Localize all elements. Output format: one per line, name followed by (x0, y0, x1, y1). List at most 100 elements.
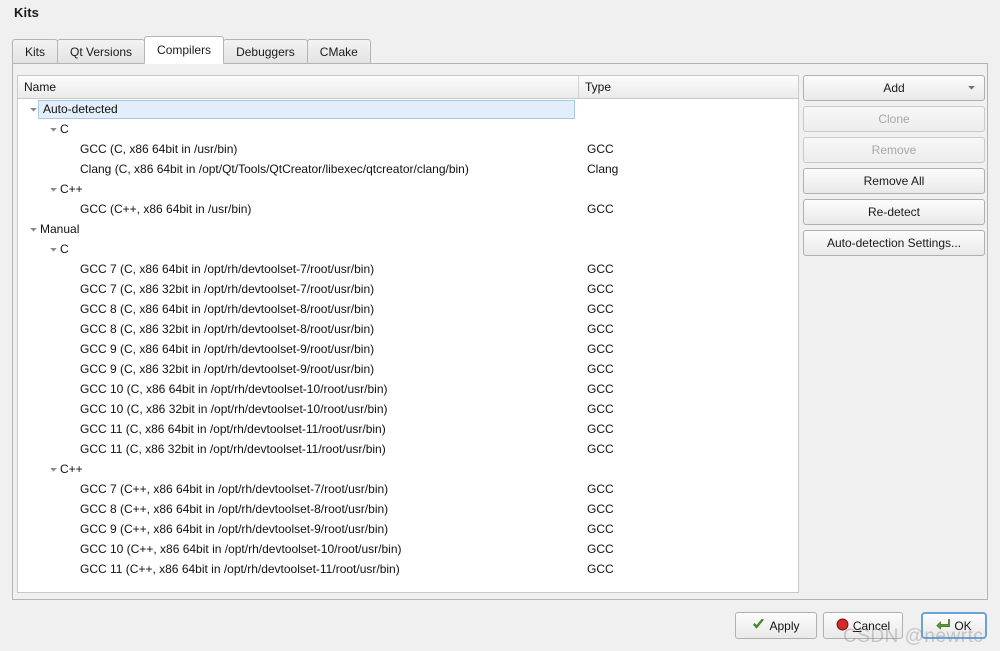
column-header-type[interactable]: Type (579, 76, 798, 98)
tree-item-name[interactable]: Clang (C, x86 64bit in /opt/Qt/Tools/QtC… (18, 159, 579, 179)
tree-item-label: GCC 7 (C, x86 32bit in /opt/rh/devtoolse… (80, 282, 375, 296)
chevron-down-icon[interactable] (26, 219, 40, 239)
tab-compilers[interactable]: Compilers (144, 36, 225, 64)
tree-item-type: GCC (587, 342, 614, 356)
tree-item-name[interactable]: C++ (18, 459, 579, 479)
chevron-down-icon[interactable] (46, 239, 60, 259)
table-row[interactable]: GCC 8 (C, x86 64bit in /opt/rh/devtoolse… (18, 299, 798, 319)
chevron-down-icon[interactable] (46, 119, 60, 139)
tree-item-type: GCC (587, 502, 614, 516)
add-button[interactable]: Add (803, 75, 985, 101)
tree-item-label: C++ (60, 462, 83, 476)
table-row[interactable]: C (18, 239, 798, 259)
tree-item-name[interactable]: C (18, 239, 579, 259)
tree-item-name[interactable]: GCC 10 (C, x86 32bit in /opt/rh/devtools… (18, 399, 579, 419)
button-label: Remove All (863, 174, 925, 188)
tree-body: Auto-detected C GCC (C, x86 64bit in /usr/… (18, 99, 798, 579)
table-row[interactable]: GCC 10 (C, x86 32bit in /opt/rh/devtools… (18, 399, 798, 419)
tree-item-name[interactable]: GCC 7 (C, x86 32bit in /opt/rh/devtoolse… (18, 279, 579, 299)
remove-all-button[interactable]: Remove All (803, 168, 985, 194)
tree-item-label: C (60, 122, 69, 136)
chevron-down-icon[interactable] (46, 179, 60, 199)
remove-button: Remove (803, 137, 985, 163)
tab-debuggers[interactable]: Debuggers (223, 39, 308, 64)
tree-item-name[interactable]: GCC 9 (C, x86 32bit in /opt/rh/devtoolse… (18, 359, 579, 379)
tree-item-type: GCC (587, 422, 614, 436)
table-row[interactable]: GCC 8 (C, x86 32bit in /opt/rh/devtoolse… (18, 319, 798, 339)
apply-label: Apply (769, 618, 800, 633)
tree-item-type: GCC (587, 522, 614, 536)
auto-detection-settings-button[interactable]: Auto-detection Settings... (803, 230, 985, 256)
tree-item-label: GCC 11 (C++, x86 64bit in /opt/rh/devtoo… (80, 562, 400, 576)
tree-item-type (579, 239, 798, 259)
table-row[interactable]: Auto-detected (18, 99, 798, 119)
tree-item-type: GCC (587, 142, 614, 156)
tree-item-type (579, 459, 798, 479)
column-header-name[interactable]: Name (18, 76, 579, 98)
table-row[interactable]: GCC 11 (C, x86 32bit in /opt/rh/devtools… (18, 439, 798, 459)
tab-kits[interactable]: Kits (12, 39, 59, 64)
tree-item-name[interactable]: C++ (18, 179, 579, 199)
table-row[interactable]: GCC 7 (C++, x86 64bit in /opt/rh/devtool… (18, 479, 798, 499)
tree-item-label: GCC (C++, x86 64bit in /usr/bin) (80, 202, 252, 216)
tree-item-type: GCC (587, 202, 614, 216)
tree-item-label: GCC 8 (C++, x86 64bit in /opt/rh/devtool… (80, 502, 389, 516)
tree-item-label: Auto-detected (38, 99, 575, 119)
dialog-button-bar: Apply Cancel OK (0, 604, 1000, 651)
tree-item-name[interactable]: GCC 10 (C++, x86 64bit in /opt/rh/devtoo… (18, 539, 579, 559)
tree-item-name[interactable]: GCC 11 (C++, x86 64bit in /opt/rh/devtoo… (18, 559, 579, 579)
table-row[interactable]: GCC 10 (C++, x86 64bit in /opt/rh/devtoo… (18, 539, 798, 559)
tree-item-type: GCC (587, 322, 614, 336)
tree-item-type: GCC (587, 442, 614, 456)
ok-button[interactable]: OK (921, 612, 987, 639)
table-row[interactable]: GCC 9 (C, x86 64bit in /opt/rh/devtoolse… (18, 339, 798, 359)
tree-item-name[interactable]: GCC 10 (C, x86 64bit in /opt/rh/devtools… (18, 379, 579, 399)
tree-item-name[interactable]: GCC 8 (C, x86 32bit in /opt/rh/devtoolse… (18, 319, 579, 339)
table-row[interactable]: C++ (18, 179, 798, 199)
table-row[interactable]: GCC 10 (C, x86 64bit in /opt/rh/devtools… (18, 379, 798, 399)
button-label: Auto-detection Settings... (826, 236, 962, 250)
cancel-button[interactable]: Cancel (823, 612, 903, 639)
tree-item-name[interactable]: Manual (18, 219, 579, 239)
table-row[interactable]: GCC (C++, x86 64bit in /usr/bin) GCC (18, 199, 798, 219)
apply-button[interactable]: Apply (735, 612, 817, 639)
tree-item-name[interactable]: Auto-detected (18, 99, 579, 119)
tree-item-name[interactable]: GCC 7 (C, x86 64bit in /opt/rh/devtoolse… (18, 259, 579, 279)
table-row[interactable]: GCC 9 (C, x86 32bit in /opt/rh/devtoolse… (18, 359, 798, 379)
tree-item-name[interactable]: C (18, 119, 579, 139)
table-row[interactable]: GCC 8 (C++, x86 64bit in /opt/rh/devtool… (18, 499, 798, 519)
table-row[interactable]: GCC (C, x86 64bit in /usr/bin) GCC (18, 139, 798, 159)
table-row[interactable]: GCC 9 (C++, x86 64bit in /opt/rh/devtool… (18, 519, 798, 539)
chevron-down-icon[interactable] (967, 81, 976, 95)
tab-bar: Kits Qt Versions Compilers Debuggers CMake (12, 36, 988, 64)
ok-label: OK (954, 618, 972, 633)
table-row[interactable]: Manual (18, 219, 798, 239)
tree-item-name[interactable]: GCC 11 (C, x86 32bit in /opt/rh/devtools… (18, 439, 579, 459)
tab-cmake[interactable]: CMake (306, 39, 371, 64)
tree-item-name[interactable]: GCC 11 (C, x86 64bit in /opt/rh/devtools… (18, 419, 579, 439)
tree-item-name[interactable]: GCC (C, x86 64bit in /usr/bin) (18, 139, 579, 159)
table-row[interactable]: GCC 11 (C++, x86 64bit in /opt/rh/devtoo… (18, 559, 798, 579)
chevron-down-icon[interactable] (46, 459, 60, 479)
table-row[interactable]: C++ (18, 459, 798, 479)
button-label: Add (883, 81, 905, 95)
tree-item-name[interactable]: GCC 7 (C++, x86 64bit in /opt/rh/devtool… (18, 479, 579, 499)
tab-qt-versions[interactable]: Qt Versions (57, 39, 146, 64)
table-row[interactable]: GCC 7 (C, x86 32bit in /opt/rh/devtoolse… (18, 279, 798, 299)
tree-item-name[interactable]: GCC 9 (C++, x86 64bit in /opt/rh/devtool… (18, 519, 579, 539)
compilers-tree[interactable]: Name Type Auto-detected C GCC (C, x86 64bi… (17, 75, 799, 593)
tree-item-label: GCC 11 (C, x86 64bit in /opt/rh/devtools… (80, 422, 386, 436)
tree-item-name[interactable]: GCC 9 (C, x86 64bit in /opt/rh/devtoolse… (18, 339, 579, 359)
table-row[interactable]: GCC 11 (C, x86 64bit in /opt/rh/devtools… (18, 419, 798, 439)
tree-item-name[interactable]: GCC (C++, x86 64bit in /usr/bin) (18, 199, 579, 219)
table-row[interactable]: C (18, 119, 798, 139)
tree-item-label: Manual (40, 222, 80, 236)
tree-item-label: GCC 9 (C++, x86 64bit in /opt/rh/devtool… (80, 522, 389, 536)
re-detect-button[interactable]: Re-detect (803, 199, 985, 225)
tree-item-type: Clang (587, 162, 619, 176)
tree-item-name[interactable]: GCC 8 (C++, x86 64bit in /opt/rh/devtool… (18, 499, 579, 519)
tree-item-name[interactable]: GCC 8 (C, x86 64bit in /opt/rh/devtoolse… (18, 299, 579, 319)
kits-dialog: Kits Kits Qt Versions Compilers Debuggers CM… (0, 0, 1000, 651)
table-row[interactable]: Clang (C, x86 64bit in /opt/Qt/Tools/QtC… (18, 159, 798, 179)
table-row[interactable]: GCC 7 (C, x86 64bit in /opt/rh/devtoolse… (18, 259, 798, 279)
